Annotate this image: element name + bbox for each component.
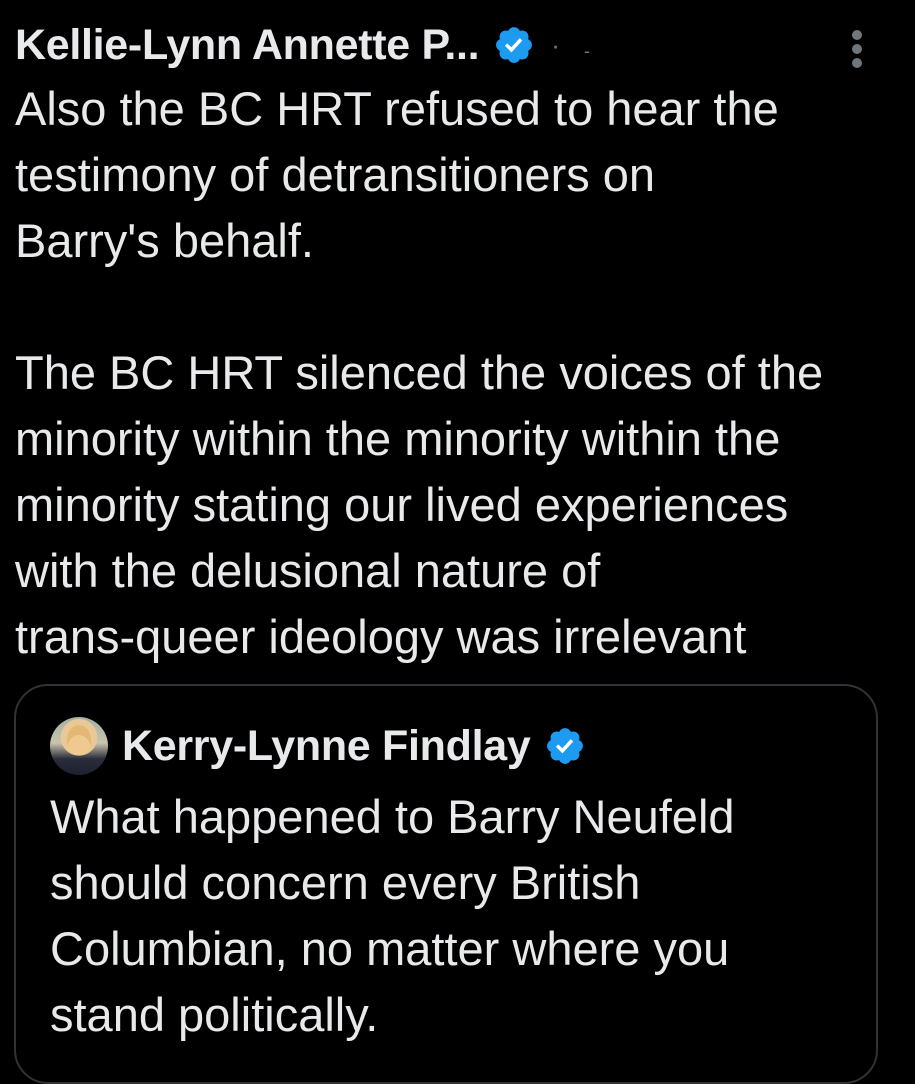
- quoted-tweet-text: What happened to Barry Neufeld should co…: [50, 790, 735, 1041]
- avatar[interactable]: [50, 717, 108, 775]
- tweet-paragraph-2: The BC HRT silenced the voices of the mi…: [15, 346, 824, 663]
- more-vertical-icon[interactable]: [846, 26, 868, 72]
- verified-badge-icon: [496, 27, 533, 63]
- tweet-paragraph-1: Also the BC HRT refused to hear the test…: [15, 82, 779, 267]
- quoted-tweet-card[interactable]: Kerry-Lynne Findlay What happened to Bar…: [14, 684, 878, 1084]
- handle-text[interactable]: -: [584, 41, 590, 62]
- quoted-tweet-body: What happened to Barry Neufeld should co…: [50, 784, 850, 1048]
- verified-badge-icon: [547, 728, 584, 764]
- quoted-tweet-header: Kerry-Lynne Findlay: [50, 716, 586, 776]
- separator-dot: ·: [551, 29, 560, 60]
- tweet-body: Also the BC HRT refused to hear the test…: [15, 76, 895, 670]
- tweet: Kellie-Lynn Annette P... · - Also the BC…: [0, 0, 915, 1084]
- tweet-header: Kellie-Lynn Annette P... · -: [15, 18, 590, 72]
- quoted-author-name[interactable]: Kerry-Lynne Findlay: [122, 722, 531, 771]
- author-name[interactable]: Kellie-Lynn Annette P...: [15, 21, 480, 70]
